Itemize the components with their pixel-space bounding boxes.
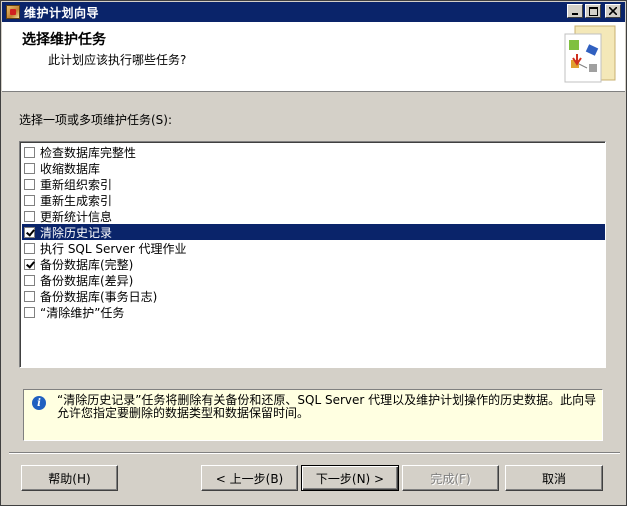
wizard-app-icon bbox=[6, 5, 20, 19]
task-label: “清除维护”任务 bbox=[40, 305, 125, 320]
close-button[interactable] bbox=[605, 4, 621, 18]
task-list-label: 选择一项或多项维护任务(S): bbox=[19, 113, 173, 127]
task-label: 执行 SQL Server 代理作业 bbox=[40, 241, 187, 256]
task-checkbox-checked[interactable] bbox=[24, 258, 35, 270]
minimize-button[interactable] bbox=[567, 4, 583, 18]
task-label: 收缩数据库 bbox=[40, 161, 101, 176]
task-label: 重新组织索引 bbox=[40, 177, 113, 192]
task-item[interactable]: 收缩数据库 bbox=[22, 160, 605, 176]
task-label: 备份数据库(完整) bbox=[40, 257, 134, 272]
task-label: 更新统计信息 bbox=[40, 209, 113, 224]
task-label: 备份数据库(差异) bbox=[40, 273, 134, 288]
task-checkbox[interactable] bbox=[24, 210, 35, 222]
task-checkbox-checked[interactable] bbox=[24, 226, 35, 238]
task-checkbox[interactable] bbox=[24, 146, 35, 158]
task-description-text: “清除历史记录”任务将删除有关备份和还原、SQL Server 代理以及维护计划… bbox=[57, 393, 597, 420]
wizard-header: 选择维护任务 此计划应该执行哪些任务? bbox=[2, 22, 625, 92]
task-item[interactable]: 更新统计信息 bbox=[22, 208, 605, 224]
task-label: 重新生成索引 bbox=[40, 193, 113, 208]
task-item[interactable]: 检查数据库完整性 bbox=[22, 144, 605, 160]
page-title: 选择维护任务 bbox=[22, 32, 106, 48]
finish-button[interactable]: 完成(F) bbox=[402, 465, 499, 491]
task-item[interactable]: 重新组织索引 bbox=[22, 176, 605, 192]
button-separator bbox=[9, 452, 620, 454]
task-description-box: i “清除历史记录”任务将删除有关备份和还原、SQL Server 代理以及维护… bbox=[23, 389, 603, 441]
task-checkbox[interactable] bbox=[24, 306, 35, 318]
task-item[interactable]: 重新生成索引 bbox=[22, 192, 605, 208]
cancel-button[interactable]: 取消 bbox=[505, 465, 603, 491]
task-label: 清除历史记录 bbox=[40, 225, 113, 240]
task-checkbox[interactable] bbox=[24, 162, 35, 174]
task-item[interactable]: 备份数据库(完整) bbox=[22, 256, 605, 272]
help-button[interactable]: 帮助(H) bbox=[21, 465, 118, 491]
task-item[interactable]: 清除历史记录 bbox=[22, 224, 605, 240]
next-button[interactable]: 下一步(N) > bbox=[301, 465, 399, 491]
back-button[interactable]: < 上一步(B) bbox=[201, 465, 298, 491]
task-checkbox[interactable] bbox=[24, 290, 35, 302]
wizard-window: 维护计划向导 选择维护任务 此计划应该执行哪些任务? 选择一项或多项维护任务(S… bbox=[0, 0, 627, 506]
task-checkbox[interactable] bbox=[24, 274, 35, 286]
task-checkbox[interactable] bbox=[24, 242, 35, 254]
maximize-icon bbox=[588, 6, 598, 16]
task-checkbox[interactable] bbox=[24, 194, 35, 206]
task-label: 检查数据库完整性 bbox=[40, 145, 137, 160]
task-checkbox[interactable] bbox=[24, 178, 35, 190]
task-item[interactable]: “清除维护”任务 bbox=[22, 304, 605, 320]
title-bar[interactable]: 维护计划向导 bbox=[2, 2, 625, 22]
task-item[interactable]: 备份数据库(事务日志) bbox=[22, 288, 605, 304]
task-item[interactable]: 备份数据库(差异) bbox=[22, 272, 605, 288]
window-title: 维护计划向导 bbox=[24, 5, 100, 20]
maximize-button[interactable] bbox=[585, 4, 601, 18]
task-label: 备份数据库(事务日志) bbox=[40, 289, 158, 304]
window-controls bbox=[567, 4, 621, 18]
maintenance-plan-graphic-icon bbox=[564, 25, 616, 83]
task-item[interactable]: 执行 SQL Server 代理作业 bbox=[22, 240, 605, 256]
page-subtitle: 此计划应该执行哪些任务? bbox=[48, 53, 187, 67]
task-list[interactable]: 检查数据库完整性 收缩数据库 重新组织索引 重新生成索引 更新统计信息 清除历史记录 执行 … bbox=[19, 141, 606, 368]
info-icon: i bbox=[32, 396, 46, 410]
minimize-icon bbox=[572, 13, 578, 15]
close-icon bbox=[609, 7, 617, 15]
